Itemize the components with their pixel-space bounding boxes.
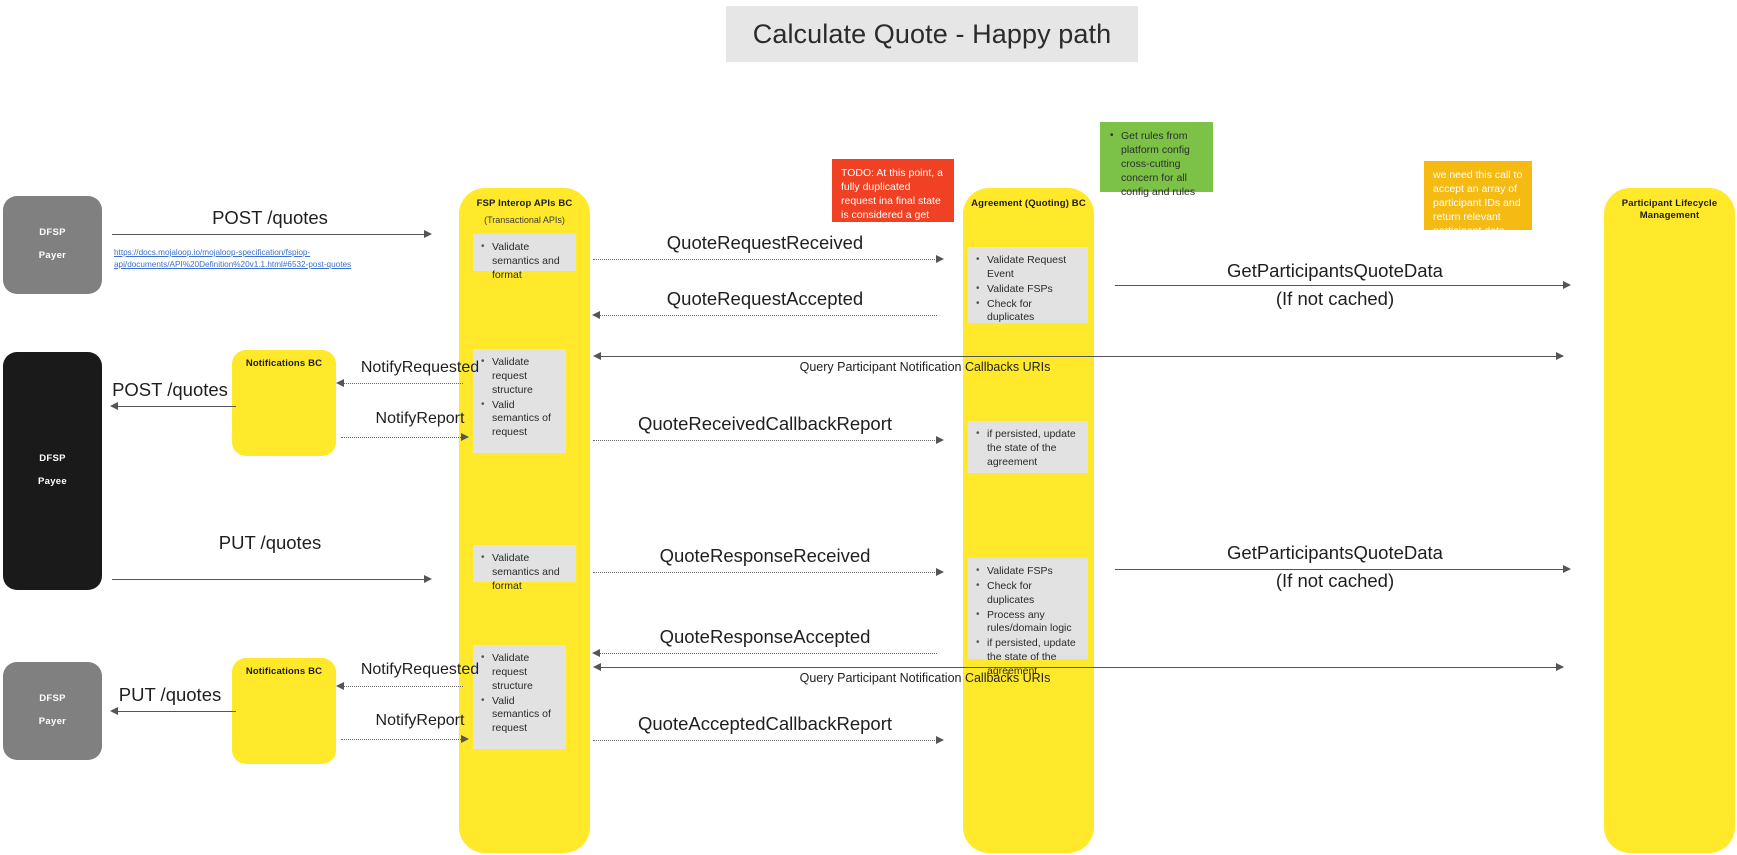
message-label-post-quotes-1: POST /quotes (212, 207, 328, 228)
message-line-notify-report-2 (341, 739, 463, 740)
note-fsp-validate-semantics-1: Validate semantics and format (473, 234, 576, 281)
message-line-get-participants-quote-data-1 (1115, 285, 1564, 286)
note-agreement-validate-request: Validate Request Event Validate FSPs Che… (968, 247, 1088, 323)
message-arrowhead-notify-report-2 (461, 735, 469, 743)
message-line-query-callbacks-1 (601, 356, 1563, 357)
lane-participant-lifecycle-management: Participant Lifecycle Management (1604, 188, 1735, 853)
message-line-post-quotes-1 (112, 234, 425, 235)
message-line-quote-response-received (593, 572, 937, 573)
note-item: Check for duplicates (976, 297, 1080, 326)
note-agreement-update-state-1: if persisted, update the state of the ag… (968, 421, 1088, 473)
message-arrowhead-quote-request-accepted (592, 311, 600, 319)
message-line-quote-response-accepted (600, 653, 937, 654)
lane-notifications-bc-top-title: Notifications BC (245, 358, 323, 369)
message-arrowhead-query-callbacks-1-right (1556, 352, 1564, 360)
lane-fsp-interop-apis-bc: FSP Interop APIs BC (Transactional APIs) (459, 188, 590, 853)
actor-dfsp-payee: DFSP Payee (3, 352, 102, 590)
message-arrowhead-query-callbacks-1-left (593, 352, 601, 360)
note-item: Validate semantics and format (481, 240, 568, 283)
lane-fsp-interop-apis-bc-subtitle: (Transactional APIs) (484, 215, 565, 225)
message-label-quote-accepted-callback-report: QuoteAcceptedCallbackReport (637, 713, 892, 734)
message-label-query-callbacks-2: Query Participant Notification Callbacks… (799, 671, 1051, 685)
message-line-put-quotes-2 (118, 711, 236, 712)
lane-fsp-interop-apis-bc-title: FSP Interop APIs BC (476, 198, 573, 209)
actor-dfsp-payer-bottom: DFSP Payer (3, 662, 102, 760)
sticky-note-platform-config-rules: Get rules from platform config cross-cut… (1100, 122, 1213, 198)
message-label-get-participants-quote-data-1: GetParticipantsQuoteData (1227, 260, 1443, 281)
message-label-get-participants-quote-data-2-sub: (If not cached) (1275, 570, 1395, 591)
message-arrowhead-quote-accepted-callback-report (936, 736, 944, 744)
message-label-post-quotes-2: POST /quotes (112, 379, 228, 400)
message-label-quote-response-accepted: QuoteResponseAccepted (659, 626, 871, 647)
message-line-quote-request-received (593, 259, 937, 260)
note-agreement-validate-process: Validate FSPs Check for duplicates Proce… (968, 558, 1088, 677)
message-label-put-quotes-1: PUT /quotes (218, 532, 322, 553)
message-label-notify-requested-2: NotifyRequested (360, 661, 480, 678)
lane-participant-lifecycle-management-title: Participant Lifecycle Management (1621, 198, 1718, 221)
message-line-quote-request-accepted (600, 315, 937, 316)
actor-dfsp-payer-top-line1: DFSP (39, 227, 66, 239)
note-fsp-validate-semantics-2: Validate semantics and format (473, 545, 576, 592)
lane-agreement-quoting-bc-title: Agreement (Quoting) BC (971, 198, 1086, 209)
message-arrowhead-quote-response-accepted (592, 649, 600, 657)
message-arrowhead-put-quotes-2 (110, 707, 118, 715)
message-line-get-participants-quote-data-2 (1115, 569, 1564, 570)
message-label-notify-requested-1: NotifyRequested (360, 359, 480, 376)
page-title: Calculate Quote - Happy path (726, 6, 1138, 62)
message-line-quote-received-callback-report (593, 440, 937, 441)
message-line-quote-accepted-callback-report (593, 740, 937, 741)
message-label-put-quotes-2: PUT /quotes (118, 684, 222, 705)
note-item: Validate Request Event (976, 253, 1080, 282)
message-arrowhead-post-quotes-2 (110, 402, 118, 410)
message-line-query-callbacks-2 (601, 667, 1563, 668)
message-arrowhead-quote-received-callback-report (936, 436, 944, 444)
message-arrowhead-notify-requested-1 (336, 379, 344, 387)
sticky-note-participant-array-call: we need this call to accept an array of … (1424, 161, 1532, 265)
link-mojaloop-post-quotes-spec[interactable]: https://docs.mojaloop.io/mojaloop-specif… (114, 247, 354, 271)
message-arrowhead-notify-report-1 (461, 433, 469, 441)
message-label-quote-request-accepted: QuoteRequestAccepted (666, 288, 864, 309)
actor-dfsp-payee-line2: Payee (38, 476, 67, 487)
message-label-get-participants-quote-data-2: GetParticipantsQuoteData (1227, 542, 1443, 563)
note-item: Check for duplicates (976, 579, 1080, 608)
message-label-query-callbacks-1: Query Participant Notification Callbacks… (799, 360, 1051, 374)
lane-notifications-bc-top: Notifications BC (232, 350, 336, 456)
sequence-diagram-canvas: Calculate Quote - Happy path FSP Interop… (0, 0, 1737, 855)
message-arrowhead-put-quotes-1 (424, 575, 432, 583)
message-label-quote-received-callback-report: QuoteReceivedCallbackReport (638, 413, 892, 434)
lane-notifications-bc-bottom-title: Notifications BC (245, 666, 323, 677)
message-line-post-quotes-2 (118, 406, 236, 407)
message-label-quote-request-received: QuoteRequestReceived (666, 232, 864, 253)
message-line-put-quotes-1 (112, 579, 425, 580)
message-arrowhead-post-quotes-1 (424, 230, 432, 238)
sticky-note-todo-duplicate-request: TODO: At this point, a fully duplicated … (832, 159, 954, 235)
message-arrowhead-query-callbacks-2-right (1556, 663, 1564, 671)
note-item: if persisted, update the state of the ag… (976, 427, 1080, 470)
note-item: Validate FSPs (976, 564, 1080, 579)
note-item: Validate FSPs (976, 282, 1080, 297)
message-arrowhead-query-callbacks-2-left (593, 663, 601, 671)
actor-dfsp-payee-line1: DFSP (39, 453, 66, 465)
message-label-get-participants-quote-data-1-sub: (If not cached) (1275, 288, 1395, 309)
message-arrowhead-get-participants-quote-data-2 (1563, 565, 1571, 573)
actor-dfsp-payer-top-line2: Payer (38, 250, 67, 261)
message-label-notify-report-2: NotifyReport (375, 712, 465, 729)
message-label-notify-report-1: NotifyReport (375, 410, 465, 427)
note-item: Process any rules/domain logic (976, 608, 1080, 637)
sticky-note-platform-config-rules-item: Get rules from platform config cross-cut… (1110, 129, 1204, 200)
actor-dfsp-payer-bottom-line1: DFSP (39, 693, 66, 705)
message-line-notify-report-1 (341, 437, 463, 438)
message-line-notify-requested-1 (344, 383, 463, 384)
message-label-quote-response-received: QuoteResponseReceived (659, 545, 871, 566)
message-arrowhead-notify-requested-2 (336, 682, 344, 690)
message-line-notify-requested-2 (344, 686, 463, 687)
lane-notifications-bc-bottom: Notifications BC (232, 658, 336, 764)
actor-dfsp-payer-bottom-line2: Payer (38, 716, 67, 727)
note-item: Validate semantics and format (481, 551, 568, 594)
actor-dfsp-payer-top: DFSP Payer (3, 196, 102, 294)
message-arrowhead-quote-response-received (936, 568, 944, 576)
message-arrowhead-quote-request-received (936, 255, 944, 263)
message-arrowhead-get-participants-quote-data-1 (1563, 281, 1571, 289)
